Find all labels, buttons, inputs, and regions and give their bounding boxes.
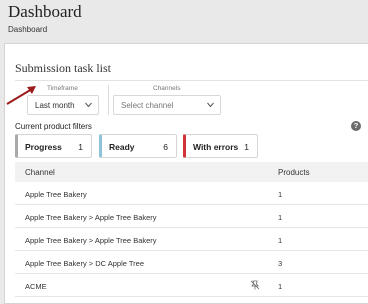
chevron-down-icon — [85, 102, 92, 108]
channel-placeholder: Select channel — [121, 101, 174, 110]
table-row[interactable]: ACME 1 — [15, 274, 368, 297]
timeframe-label: Timeframe — [47, 85, 78, 92]
product-filters-heading: Current product filters — [15, 122, 92, 131]
card-title: Submission task list — [15, 61, 112, 75]
chip-label: With errors — [193, 142, 239, 152]
table-row[interactable]: Apple Tree Bakery 1 — [15, 182, 368, 205]
column-header-products[interactable]: Products — [278, 168, 310, 177]
channel-cell: Apple Tree Bakery > Apple Tree Bakery — [25, 213, 157, 222]
table-row[interactable]: Apple Tree Bakery > DC Apple Tree 3 — [15, 251, 368, 274]
table-row[interactable]: Apple Tree Bakery > Apple Tree Bakery 1 — [15, 228, 368, 251]
help-icon[interactable]: ? — [351, 121, 361, 131]
column-header-channel[interactable]: Channel — [25, 168, 55, 177]
chip-label: Ready — [109, 142, 135, 152]
products-cell: 1 — [278, 282, 283, 291]
channel-cell: Apple Tree Bakery > Apple Tree Bakery — [25, 236, 157, 245]
products-cell: 1 — [278, 213, 283, 222]
table-header: Channel Products — [15, 162, 368, 182]
products-cell: 1 — [278, 236, 283, 245]
breadcrumb[interactable]: Dashboard — [8, 25, 47, 34]
channels-label: Channels — [153, 85, 181, 92]
page-title: Dashboard — [8, 2, 82, 21]
timeframe-select[interactable]: Last month — [27, 95, 99, 115]
channel-cell: ACME — [25, 282, 47, 291]
filter-chip-ready[interactable]: Ready 6 — [99, 134, 177, 158]
filter-chip-with-errors[interactable]: With errors 1 — [183, 134, 258, 158]
unpin-icon[interactable] — [250, 280, 260, 290]
chip-label: Progress — [25, 142, 62, 152]
title-divider — [15, 80, 368, 81]
table-row[interactable]: Apple Tree Bakery > Apple Tree Bakery 1 — [15, 205, 368, 228]
channel-cell: Apple Tree Bakery — [25, 190, 87, 199]
chip-count: 1 — [78, 142, 83, 152]
chevron-down-icon — [207, 102, 214, 108]
timeframe-value: Last month — [35, 101, 75, 110]
channel-table: Channel Products Apple Tree Bakery 1 App… — [15, 162, 368, 297]
products-cell: 3 — [278, 259, 283, 268]
chip-count: 1 — [244, 142, 249, 152]
products-cell: 1 — [278, 190, 283, 199]
filter-separator — [108, 85, 109, 115]
filter-chip-progress[interactable]: Progress 1 — [15, 134, 92, 158]
chip-count: 6 — [163, 142, 168, 152]
submission-task-card: Submission task list Timeframe Last mont… — [4, 43, 368, 304]
channel-select[interactable]: Select channel — [113, 95, 221, 115]
channel-cell: Apple Tree Bakery > DC Apple Tree — [25, 259, 145, 268]
